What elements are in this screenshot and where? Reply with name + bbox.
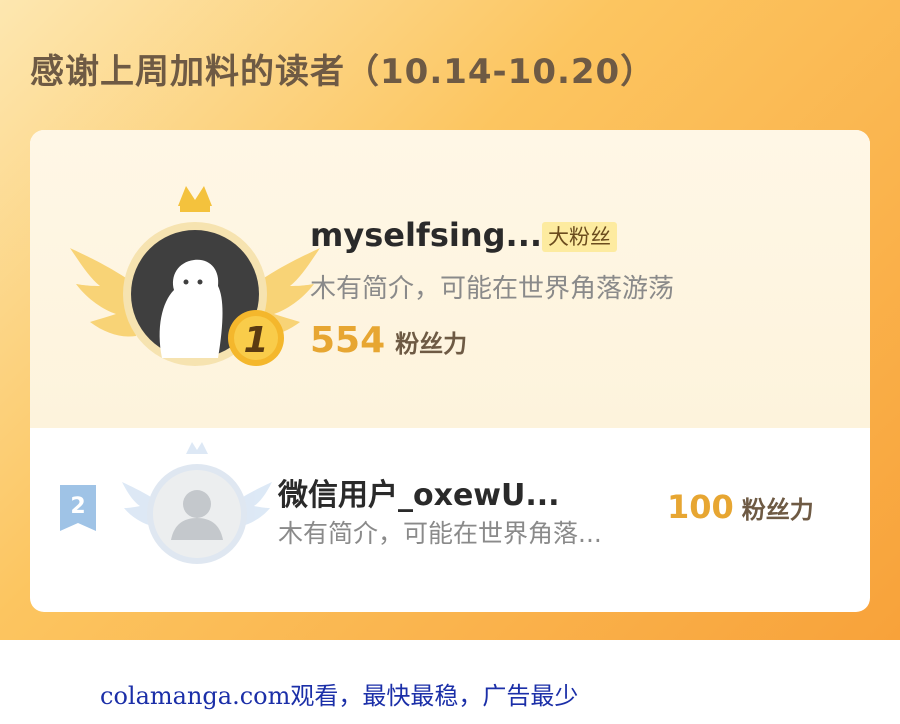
- rank-1-fan-power: 554 粉丝力: [310, 320, 467, 361]
- rank-2-username[interactable]: 微信用户_oxewU...: [278, 470, 560, 514]
- rank-2-fan-power: 100 粉丝力: [667, 488, 814, 526]
- rank-1-avatar[interactable]: 1: [70, 182, 320, 382]
- rank-1-fan-power-unit: 粉丝力: [395, 330, 468, 358]
- rank-1-fan-power-value: 554: [310, 320, 386, 361]
- rank-1-number: 1: [243, 320, 268, 361]
- rank-2-flag-icon: 2: [60, 485, 96, 531]
- rank-1-username[interactable]: myselfsing...: [310, 216, 542, 254]
- rank-2-fan-power-unit: 粉丝力: [741, 496, 814, 524]
- watermark-text: colamanga.com观看，最快最稳，广告最少: [100, 682, 579, 710]
- rank-2-avatar[interactable]: [122, 440, 272, 570]
- weekly-supporters-panel: 感谢上周加料的读者（10.14-10.20） 1 myselfsing... 大…: [0, 0, 900, 640]
- rank-2-bio: 木有简介，可能在世界角落...: [278, 519, 602, 548]
- crown-icon: [178, 186, 212, 206]
- rank-1-bio: 木有简介，可能在世界角落游荡: [310, 274, 675, 304]
- rank-1-fan-badge: 大粉丝: [542, 222, 617, 252]
- rank-1-entry[interactable]: 1 myselfsing... 大粉丝 木有简介，可能在世界角落游荡 554 粉丝…: [30, 130, 870, 428]
- page-title: 感谢上周加料的读者（10.14-10.20）: [30, 52, 656, 92]
- ranking-card: 1 myselfsing... 大粉丝 木有简介，可能在世界角落游荡 554 粉丝…: [30, 130, 870, 612]
- rank-2-number: 2: [70, 494, 85, 519]
- rank-2-fan-power-value: 100: [667, 488, 734, 526]
